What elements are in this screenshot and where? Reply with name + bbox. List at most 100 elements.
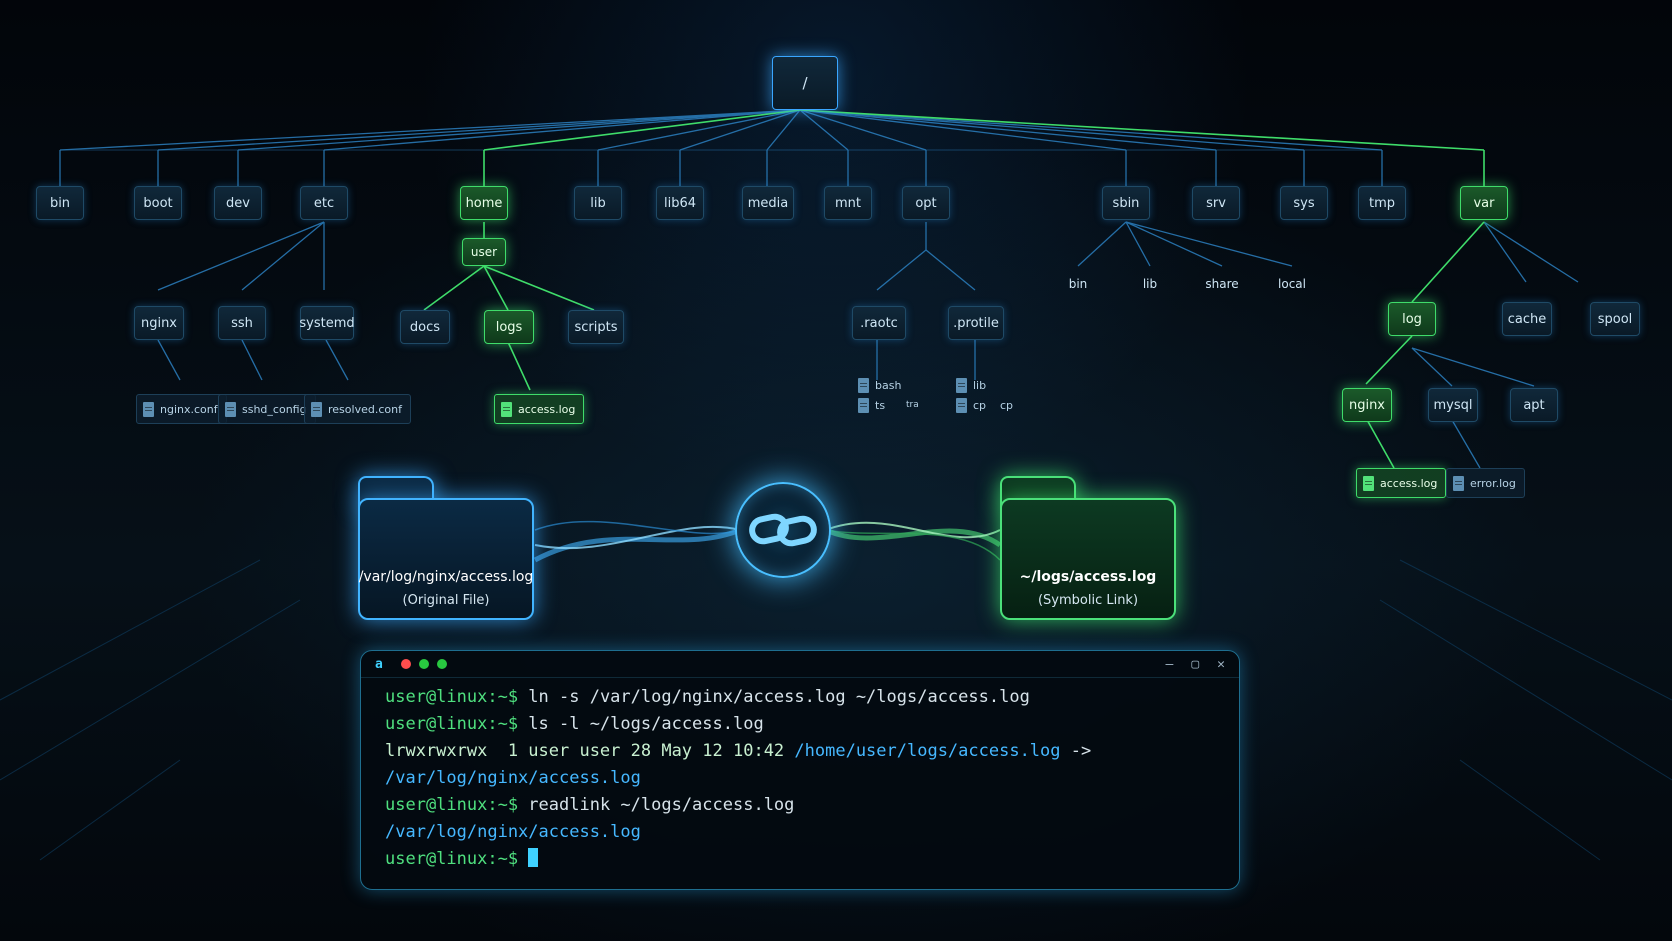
original-path: /var/log/nginx/access.log bbox=[358, 569, 534, 585]
dir-sbin-share[interactable]: share bbox=[1196, 270, 1248, 298]
dir-var[interactable]: var bbox=[1460, 186, 1508, 220]
file-icon bbox=[956, 377, 967, 393]
link-target: /var/log/nginx/access.log bbox=[385, 768, 641, 788]
dir-etc[interactable]: etc bbox=[300, 186, 348, 220]
terminal-window[interactable]: a – ▢ ✕ user@linux:~$ ln -s /var/log/ngi… bbox=[360, 650, 1240, 890]
minimize-dot[interactable] bbox=[418, 659, 429, 669]
dir-label: lib bbox=[590, 195, 606, 211]
dir-label: media bbox=[747, 195, 789, 211]
dir-label: spool bbox=[1597, 311, 1633, 327]
file-bash[interactable]: bash bbox=[852, 374, 909, 396]
dir-label: .protile bbox=[953, 315, 999, 331]
dir-var-spool[interactable]: spool bbox=[1590, 302, 1640, 336]
original-file-folder[interactable]: /var/log/nginx/access.log (Original File… bbox=[358, 476, 534, 620]
terminal-output[interactable]: user@linux:~$ ln -s /var/log/nginx/acces… bbox=[361, 678, 1239, 873]
dir-label: apt bbox=[1523, 397, 1545, 413]
file-var-error-log[interactable]: error.log bbox=[1446, 468, 1525, 498]
dir-bin[interactable]: bin bbox=[36, 186, 84, 220]
dir-opt[interactable]: opt bbox=[902, 186, 950, 220]
dir-label: boot bbox=[143, 195, 173, 211]
file-label: ts bbox=[875, 398, 886, 412]
folder-body: /var/log/nginx/access.log (Original File… bbox=[358, 498, 534, 620]
dir-label: cache bbox=[1507, 311, 1547, 327]
dir-sbin-bin[interactable]: bin bbox=[1056, 270, 1100, 298]
dir-sbin-lib[interactable]: lib bbox=[1128, 270, 1172, 298]
dir-label: log bbox=[1402, 311, 1422, 327]
cursor[interactable] bbox=[528, 848, 539, 867]
dir-etc-nginx[interactable]: nginx bbox=[134, 306, 184, 340]
dir-boot[interactable]: boot bbox=[134, 186, 182, 220]
link-path: /home/user/logs/access.log bbox=[794, 741, 1061, 761]
close-dot[interactable] bbox=[400, 659, 411, 669]
dir-label: .raotc bbox=[860, 315, 898, 331]
file-nginx-conf[interactable]: nginx.conf bbox=[136, 394, 227, 424]
close-button[interactable]: ✕ bbox=[1217, 657, 1225, 672]
dir-label: dev bbox=[226, 195, 250, 211]
file-icon bbox=[1453, 475, 1464, 491]
file-var-access-log[interactable]: access.log bbox=[1356, 468, 1447, 498]
terminal-line: user@linux:~$ bbox=[385, 846, 1239, 873]
root-folder[interactable]: / bbox=[772, 56, 838, 110]
file-resolved-conf[interactable]: resolved.conf bbox=[304, 394, 411, 424]
terminal-logo-icon: a bbox=[375, 656, 383, 672]
dir-log-mysql[interactable]: mysql bbox=[1428, 388, 1478, 422]
dir-label: logs bbox=[495, 319, 523, 335]
dir-label: sbin bbox=[1112, 195, 1140, 211]
dir-label: srv bbox=[1206, 195, 1226, 211]
file-lib[interactable]: lib bbox=[950, 374, 994, 396]
file-cp-2[interactable]: cp bbox=[994, 394, 1021, 416]
dir-etc-systemd[interactable]: systemd bbox=[299, 306, 355, 340]
dir-dev[interactable]: dev bbox=[214, 186, 262, 220]
dir-srv[interactable]: srv bbox=[1192, 186, 1240, 220]
folder-body: ~/logs/access.log (Symbolic Link) bbox=[1000, 498, 1176, 620]
file-ts[interactable]: ts bbox=[852, 394, 893, 416]
maximize-button[interactable]: ▢ bbox=[1191, 657, 1199, 672]
symbolic-link-folder[interactable]: ~/logs/access.log (Symbolic Link) bbox=[1000, 476, 1176, 620]
terminal-line: user@linux:~$ readlink ~/logs/access.log bbox=[385, 792, 1239, 819]
terminal-line: user@linux:~$ ls -l ~/logs/access.log bbox=[385, 711, 1239, 738]
dir-label: sys bbox=[1293, 195, 1315, 211]
terminal-line: /var/log/nginx/access.log bbox=[385, 819, 1239, 846]
minimize-button[interactable]: – bbox=[1166, 657, 1174, 672]
file-sshd-config[interactable]: sshd_config bbox=[218, 394, 316, 424]
window-controls: – ▢ ✕ bbox=[1166, 657, 1225, 672]
file-label: resolved.conf bbox=[328, 402, 402, 416]
dir-protile[interactable]: .protile bbox=[948, 306, 1004, 340]
file-label: tra bbox=[906, 400, 919, 410]
file-cp[interactable]: cp bbox=[950, 394, 994, 416]
file-tra[interactable]: tra bbox=[900, 394, 927, 416]
dir-var-cache[interactable]: cache bbox=[1502, 302, 1552, 336]
dir-lib64[interactable]: lib64 bbox=[656, 186, 704, 220]
ls-output: lrwxrwxrwx 1 user user 28 May 12 10:42 bbox=[385, 741, 795, 761]
dir-log-nginx[interactable]: nginx bbox=[1342, 388, 1392, 422]
file-icon bbox=[956, 397, 967, 413]
dir-label: var bbox=[1473, 195, 1495, 211]
dir-sbin-local[interactable]: local bbox=[1268, 270, 1316, 298]
dir-log-apt[interactable]: apt bbox=[1510, 388, 1558, 422]
file-icon bbox=[858, 377, 869, 393]
dir-docs[interactable]: docs bbox=[400, 310, 450, 344]
file-logs-access-log[interactable]: access.log bbox=[494, 394, 585, 424]
dir-label: etc bbox=[313, 195, 335, 211]
dir-user[interactable]: user bbox=[462, 238, 506, 266]
dir-label: systemd bbox=[299, 315, 355, 331]
dir-tmp[interactable]: tmp bbox=[1358, 186, 1406, 220]
dir-raotc[interactable]: .raotc bbox=[852, 306, 906, 340]
dir-label: lib bbox=[1142, 277, 1158, 291]
dir-scripts[interactable]: scripts bbox=[568, 310, 624, 344]
dir-mnt[interactable]: mnt bbox=[824, 186, 872, 220]
dir-label: home bbox=[465, 195, 503, 211]
maximize-dot[interactable] bbox=[436, 659, 447, 669]
file-label: error.log bbox=[1470, 476, 1516, 490]
dir-home[interactable]: home bbox=[460, 186, 508, 220]
dir-var-log[interactable]: log bbox=[1388, 302, 1436, 336]
terminal-titlebar: a – ▢ ✕ bbox=[361, 651, 1239, 678]
command: ln -s /var/log/nginx/access.log ~/logs/a… bbox=[518, 687, 1030, 707]
prompt: user@linux:~$ bbox=[385, 849, 519, 869]
dir-lib[interactable]: lib bbox=[574, 186, 622, 220]
dir-sys[interactable]: sys bbox=[1280, 186, 1328, 220]
dir-etc-ssh[interactable]: ssh bbox=[218, 306, 266, 340]
dir-sbin[interactable]: sbin bbox=[1102, 186, 1150, 220]
dir-media[interactable]: media bbox=[742, 186, 794, 220]
dir-logs[interactable]: logs bbox=[484, 310, 534, 344]
